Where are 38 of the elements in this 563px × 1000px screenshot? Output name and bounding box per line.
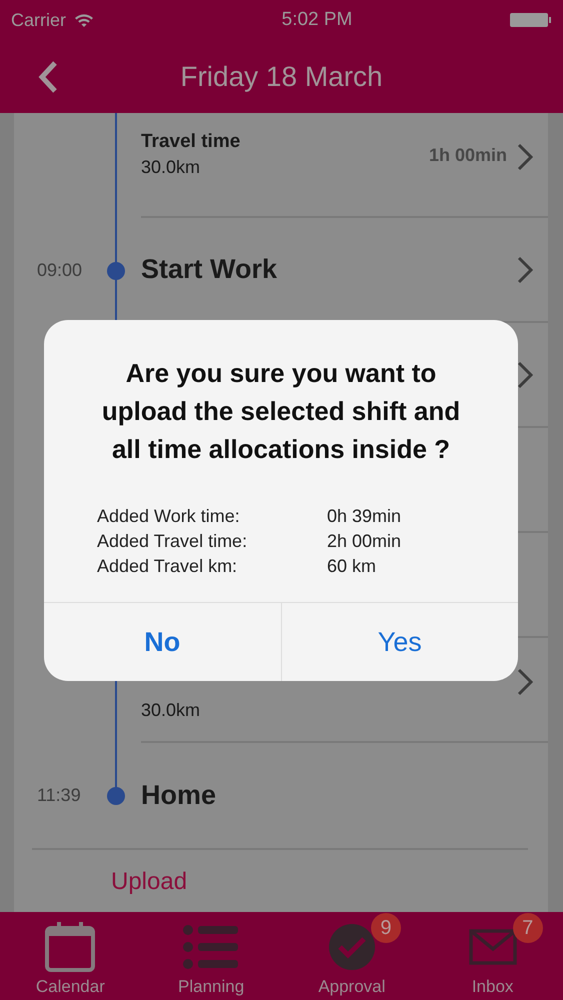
count-badge: 7 (512, 913, 543, 943)
no-button[interactable]: No (44, 603, 280, 681)
timeline-row[interactable]: 11:39 Home (14, 743, 548, 848)
dialog-message: Are you sure you want to upload the selected shift and all time allocations inside ? (100, 357, 462, 466)
duration-label: 1h 00min (428, 145, 507, 166)
row-title: Travel time (141, 131, 240, 153)
calendar-icon (43, 920, 98, 974)
header-title: Friday 18 March (179, 60, 384, 92)
tab-item[interactable]: Planning (140, 912, 282, 1000)
check-circle-icon (328, 924, 375, 970)
timeline-dot (107, 262, 125, 280)
distance-label: 30.0km (141, 157, 202, 178)
distance-label: 30.0km (141, 700, 200, 721)
detail-label: Added Work time: (97, 506, 241, 527)
wifi-icon (74, 12, 94, 28)
time-label: 09:00 (37, 260, 82, 281)
timeline-row[interactable]: Travel time 30.0km 1h 00min (14, 113, 548, 218)
time-label: 11:39 (37, 785, 81, 806)
back-icon[interactable] (37, 60, 59, 94)
timeline-dot (107, 786, 125, 804)
detail-label: Added Travel km: (97, 556, 238, 577)
list-icon (183, 924, 240, 970)
tab-item[interactable]: 9 Approval (282, 912, 422, 1000)
battery-icon (510, 12, 552, 28)
clock-time: 5:02 PM (282, 9, 352, 31)
carrier-label: Carrier (11, 10, 66, 30)
envelope-icon (468, 929, 517, 965)
tab-item[interactable]: Calendar (0, 912, 141, 1000)
detail-value: 0h 39min (327, 506, 402, 527)
upload-button[interactable]: Upload (111, 868, 188, 896)
detail-value: 60 km (327, 556, 378, 577)
yes-button[interactable]: Yes (280, 603, 518, 681)
detail-label: Added Travel time: (97, 531, 248, 552)
row-title: Home (141, 780, 216, 811)
count-badge: 9 (370, 913, 401, 943)
row-title: Start Work (141, 254, 278, 285)
tab-item[interactable]: 7 Inbox (422, 912, 563, 1000)
detail-value: 2h 00min (327, 531, 402, 552)
